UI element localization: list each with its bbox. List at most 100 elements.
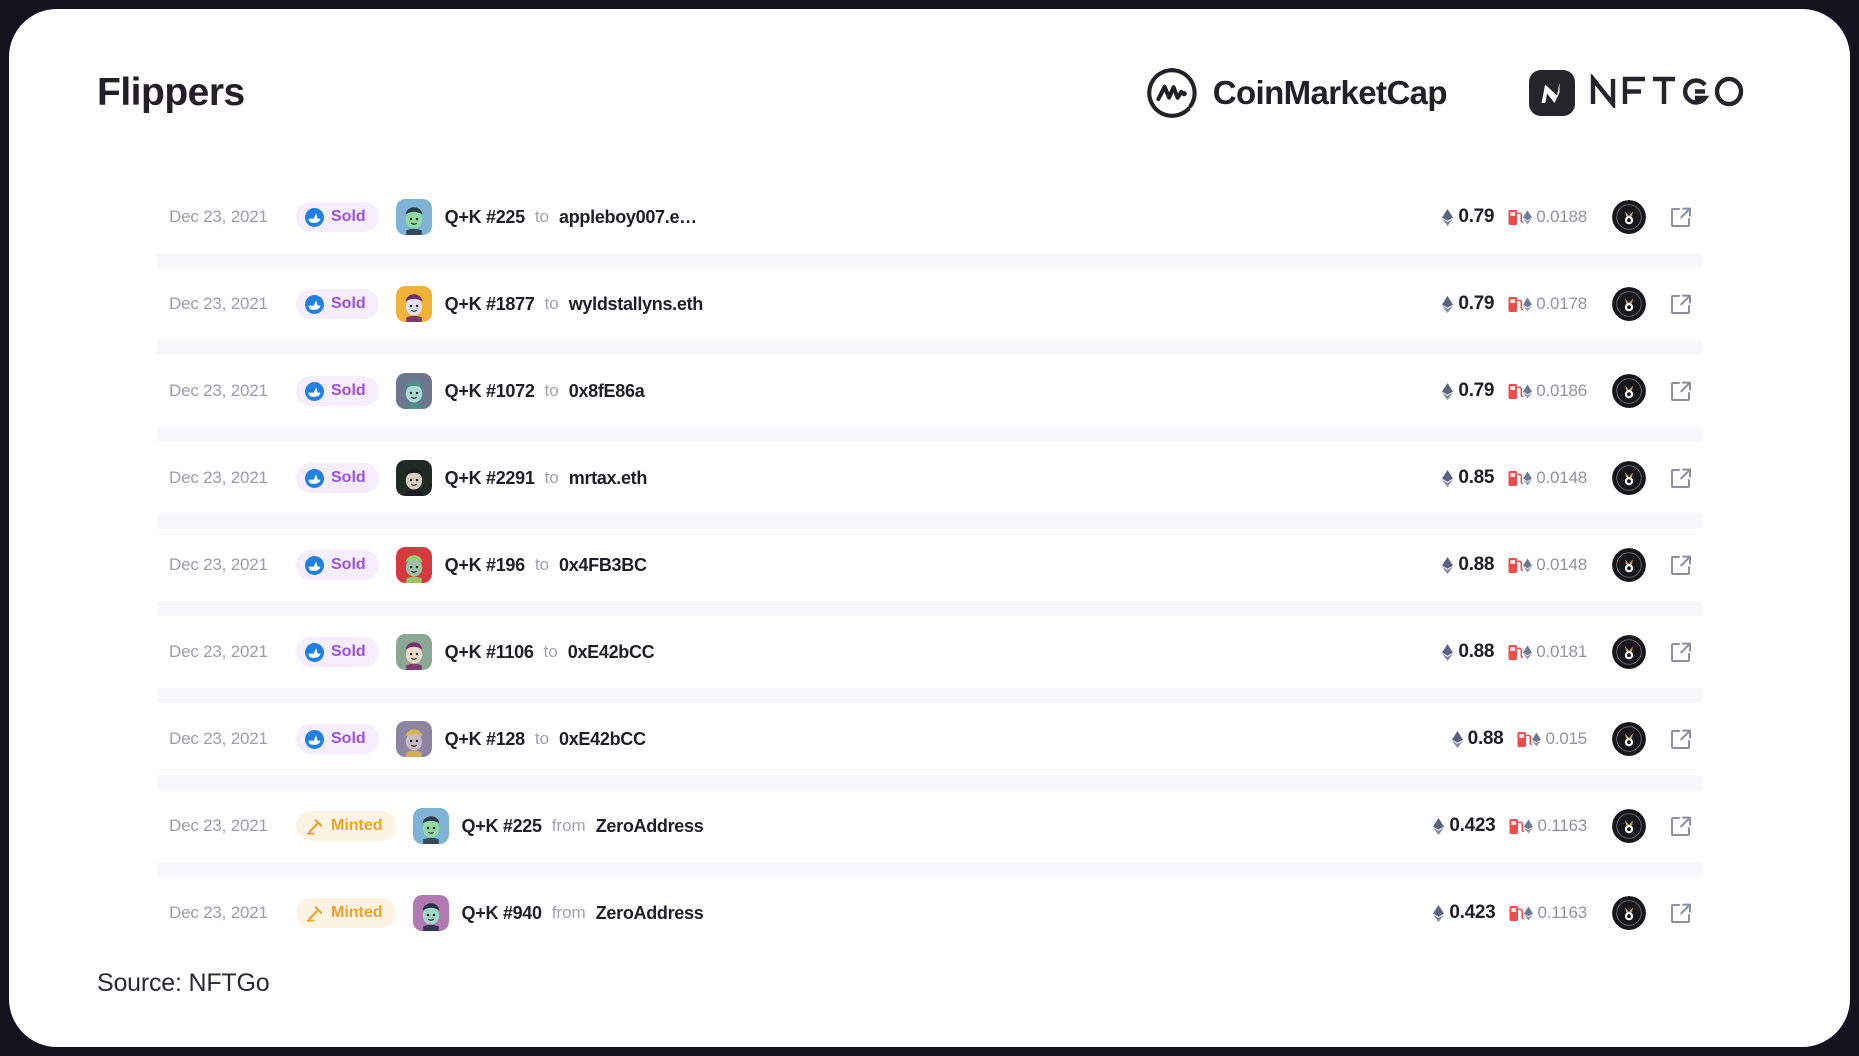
row-date: Dec 23, 2021 [169, 555, 268, 574]
counterparty[interactable]: ZeroAddress [596, 903, 704, 924]
nft-thumbnail[interactable] [395, 721, 432, 757]
external-link-icon[interactable] [1670, 467, 1692, 489]
counterparty[interactable]: wyldstallyns.eth [569, 294, 704, 315]
collection-avatar[interactable] [1612, 200, 1646, 234]
external-link-icon[interactable] [1670, 380, 1692, 402]
row-separator [157, 427, 1702, 442]
counterparty[interactable]: 0xE42bCC [568, 642, 655, 663]
transaction-table: Dec 23, 2021 Sold Q+K #225 to appleboy007.e…… [157, 181, 1702, 949]
event-badge-label: Minted [331, 904, 383, 921]
asset-name[interactable]: Q+K #1106 [445, 642, 534, 663]
event-badge[interactable]: Sold [296, 637, 379, 667]
nft-thumbnail[interactable] [395, 199, 432, 235]
row-preposition: to [534, 555, 550, 574]
nft-thumbnail[interactable] [412, 808, 449, 844]
table-row[interactable]: Dec 23, 2021 Sold Q+K #1072 to 0x8fE86a 0.79 0… [157, 355, 1702, 427]
brand-coinmarketcap: CoinMarketCap [1146, 67, 1448, 119]
external-link-icon[interactable] [1670, 815, 1692, 837]
event-badge[interactable]: Sold [296, 289, 379, 319]
collection-avatar[interactable] [1612, 548, 1646, 582]
opensea-icon [305, 729, 324, 749]
external-link-icon[interactable] [1670, 206, 1692, 228]
asset-name[interactable]: Q+K #196 [445, 555, 525, 576]
row-metrics: 0.79 0.0186 [1442, 374, 1692, 408]
row-preposition: to [544, 294, 559, 313]
asset-name[interactable]: Q+K #1877 [445, 294, 535, 315]
row-preposition: from [551, 903, 586, 922]
external-link-icon[interactable] [1670, 902, 1692, 924]
asset-name[interactable]: Q+K #1072 [445, 381, 535, 402]
collection-avatar[interactable] [1612, 287, 1646, 321]
event-badge[interactable]: Sold [296, 202, 379, 232]
row-metrics: 0.423 0.1163 [1433, 809, 1692, 843]
counterparty[interactable]: appleboy007.e… [559, 207, 697, 228]
coinmarketcap-logo-icon [1146, 67, 1198, 119]
event-badge-label: Sold [331, 208, 366, 225]
gas-pump-icon [1509, 818, 1525, 834]
table-row[interactable]: Dec 23, 2021 Sold Q+K #196 to 0x4FB3BC 0.88 0.… [157, 529, 1702, 601]
counterparty[interactable]: 0x4FB3BC [559, 555, 647, 576]
price-value: 0.423 [1449, 902, 1496, 923]
counterparty[interactable]: 0x8fE86a [569, 381, 645, 402]
ethereum-icon [1442, 382, 1454, 400]
gas-value: 0.0148 [1536, 555, 1587, 574]
event-badge-label: Minted [331, 817, 383, 834]
event-badge[interactable]: Sold [296, 463, 379, 493]
ethereum-icon [1523, 471, 1533, 485]
table-row[interactable]: Dec 23, 2021 Minted Q+K #225 from ZeroAddres… [157, 790, 1702, 862]
price-value: 0.79 [1458, 293, 1495, 314]
asset-name[interactable]: Q+K #128 [445, 729, 525, 750]
collection-avatar[interactable] [1612, 896, 1646, 930]
price-value: 0.423 [1449, 815, 1496, 836]
table-row[interactable]: Dec 23, 2021 Sold Q+K #1877 to wyldstallyns.… [157, 268, 1702, 340]
asset-name[interactable]: Q+K #940 [462, 903, 542, 924]
event-badge-label: Sold [331, 469, 366, 486]
asset-name[interactable]: Q+K #2291 [445, 468, 535, 489]
ethereum-icon [1523, 384, 1533, 398]
gas-value: 0.0178 [1536, 294, 1587, 313]
asset-name[interactable]: Q+K #225 [445, 207, 525, 228]
row-date: Dec 23, 2021 [169, 468, 268, 487]
table-row[interactable]: Dec 23, 2021 Sold Q+K #1106 to 0xE42bCC 0.88 0… [157, 616, 1702, 688]
gas-pump-icon [1508, 470, 1524, 486]
collection-avatar[interactable] [1612, 374, 1646, 408]
external-link-icon[interactable] [1670, 293, 1692, 315]
table-row[interactable]: Dec 23, 2021 Sold Q+K #2291 to mrtax.eth 0.85… [157, 442, 1702, 514]
table-row[interactable]: Dec 23, 2021 Minted Q+K #940 from ZeroAddres… [157, 877, 1702, 949]
table-row[interactable]: Dec 23, 2021 Sold Q+K #128 to 0xE42bCC 0.88 0.… [157, 703, 1702, 775]
coinmarketcap-wordmark: CoinMarketCap [1212, 74, 1448, 111]
brand-nftgo [1529, 70, 1774, 116]
row-preposition: from [551, 816, 586, 835]
event-badge-label: Sold [331, 382, 366, 399]
ethereum-icon [1442, 208, 1454, 226]
nft-thumbnail[interactable] [395, 634, 432, 670]
external-link-icon[interactable] [1670, 728, 1692, 750]
nft-thumbnail[interactable] [395, 373, 432, 409]
hammer-icon [306, 818, 323, 835]
nft-thumbnail[interactable] [395, 547, 432, 583]
counterparty[interactable]: mrtax.eth [569, 468, 648, 489]
gas-value: 0.1163 [1537, 816, 1587, 835]
asset-name[interactable]: Q+K #225 [462, 816, 542, 837]
counterparty[interactable]: 0xE42bCC [559, 729, 646, 750]
event-badge[interactable]: Sold [296, 550, 379, 580]
event-badge[interactable]: Sold [296, 376, 379, 406]
external-link-icon[interactable] [1670, 641, 1692, 663]
event-badge[interactable]: Minted [296, 898, 396, 928]
counterparty[interactable]: ZeroAddress [596, 816, 704, 837]
collection-avatar[interactable] [1612, 461, 1646, 495]
row-date: Dec 23, 2021 [169, 816, 268, 835]
row-preposition: to [543, 642, 558, 661]
gas-value: 0.0148 [1536, 468, 1587, 487]
collection-avatar[interactable] [1612, 722, 1646, 756]
opensea-icon [305, 294, 324, 314]
collection-avatar[interactable] [1612, 635, 1646, 669]
nft-thumbnail[interactable] [395, 286, 432, 322]
event-badge[interactable]: Sold [296, 724, 379, 754]
nft-thumbnail[interactable] [395, 460, 432, 496]
table-row[interactable]: Dec 23, 2021 Sold Q+K #225 to appleboy007.e…… [157, 181, 1702, 253]
nft-thumbnail[interactable] [412, 895, 449, 931]
event-badge[interactable]: Minted [296, 811, 396, 841]
external-link-icon[interactable] [1670, 554, 1692, 576]
collection-avatar[interactable] [1612, 809, 1646, 843]
